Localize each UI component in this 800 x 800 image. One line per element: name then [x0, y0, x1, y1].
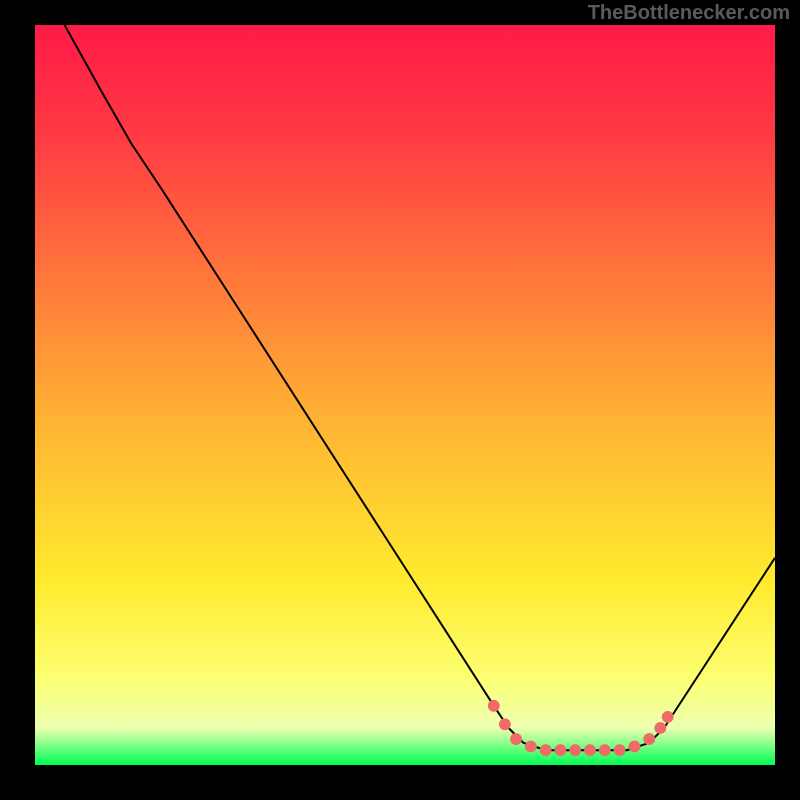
marker-dot — [628, 741, 640, 753]
marker-dot — [654, 722, 666, 734]
marker-dot — [540, 744, 552, 756]
marker-dot — [510, 733, 522, 745]
marker-dot — [584, 744, 596, 756]
marker-dot — [499, 718, 511, 730]
marker-dot — [662, 711, 674, 723]
marker-dot — [614, 744, 626, 756]
marker-dot — [569, 744, 581, 756]
marker-dot — [525, 741, 537, 753]
bottleneck-curve — [65, 25, 775, 750]
marker-group — [488, 700, 674, 756]
watermark-text: TheBottlenecker.com — [588, 2, 790, 25]
marker-dot — [643, 733, 655, 745]
plot-area — [35, 25, 775, 765]
marker-dot — [599, 744, 611, 756]
marker-dot — [554, 744, 566, 756]
marker-dot — [488, 700, 500, 712]
curve-layer — [35, 25, 775, 765]
